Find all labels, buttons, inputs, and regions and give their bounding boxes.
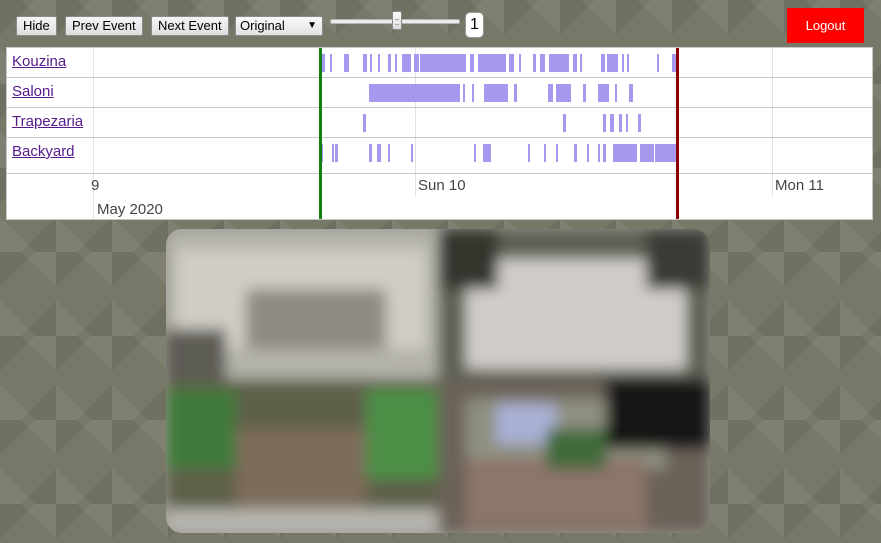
range-start-marker[interactable] [319,48,322,219]
zoom-value-badge: 1 [465,12,484,38]
logout-button[interactable]: Logout [787,8,864,43]
range-end-marker[interactable] [676,48,679,219]
event-bar[interactable] [369,144,372,162]
event-bar[interactable] [378,54,380,72]
event-bar[interactable] [583,84,586,102]
event-bar[interactable] [388,54,391,72]
event-bar[interactable] [411,144,413,162]
event-bar[interactable] [483,144,491,162]
axis-tick-label: Sun 10 [418,177,466,194]
event-bar[interactable] [603,144,606,162]
event-bar[interactable] [363,54,367,72]
event-bar[interactable] [549,54,569,72]
event-bar[interactable] [574,144,577,162]
event-bar[interactable] [540,54,545,72]
event-bar[interactable] [533,54,536,72]
quality-select[interactable]: Original ▼ [235,16,323,36]
event-bar[interactable] [463,84,465,102]
event-bar[interactable] [603,114,606,132]
camera-snapshot-image[interactable] [166,229,710,533]
event-bar[interactable] [573,54,577,72]
event-bar[interactable] [556,144,558,162]
zoom-slider-thumb[interactable] [392,11,402,30]
event-bar[interactable] [627,54,629,72]
event-bar[interactable] [484,84,508,102]
event-bar[interactable] [601,54,605,72]
event-bar[interactable] [509,54,514,72]
event-bar[interactable] [580,54,582,72]
axis-tick-label: Mon 11 [775,177,824,194]
event-bar[interactable] [607,54,618,72]
zoom-slider[interactable] [330,10,460,32]
event-bar[interactable] [388,144,390,162]
event-bar[interactable] [587,144,589,162]
event-bar[interactable] [478,54,506,72]
axis-month-label: May 2020 [97,201,163,218]
event-bar[interactable] [472,84,474,102]
event-bar[interactable] [420,54,466,72]
hide-button[interactable]: Hide [16,16,57,36]
timeline-axis: 9 Sun 10 Mon 11 May 2020 [7,174,872,219]
event-bar[interactable] [598,144,600,162]
event-bar[interactable] [335,144,338,162]
next-event-button[interactable]: Next Event [151,16,229,36]
event-bar[interactable] [563,114,566,132]
event-bar[interactable] [330,54,332,72]
event-bar[interactable] [344,54,349,72]
event-bar[interactable] [369,84,460,102]
event-bar[interactable] [514,84,517,102]
camera-grid-snapshot-icon [166,229,710,533]
event-bar[interactable] [363,114,366,132]
event-bar[interactable] [377,144,381,162]
event-bar[interactable] [638,114,641,132]
event-bar[interactable] [640,144,654,162]
event-bar[interactable] [470,54,474,72]
prev-event-button[interactable]: Prev Event [65,16,143,36]
event-bar[interactable] [548,84,553,102]
event-bar[interactable] [414,54,419,72]
event-bar[interactable] [322,54,325,72]
event-bar[interactable] [528,144,530,162]
event-bar[interactable] [332,144,334,162]
event-bar[interactable] [613,144,637,162]
event-bar[interactable] [657,54,659,72]
event-bar[interactable] [629,84,633,102]
event-bar[interactable] [474,144,476,162]
event-bar[interactable] [610,114,614,132]
event-bar[interactable] [556,84,571,102]
axis-tick-label: 9 [91,177,100,194]
event-bar[interactable] [598,84,609,102]
event-bar[interactable] [402,54,411,72]
event-bar[interactable] [544,144,546,162]
event-bar[interactable] [626,114,628,132]
chevron-down-icon: ▼ [307,20,317,31]
event-bar[interactable] [615,84,617,102]
event-timeline[interactable]: Kouzina Saloni Trapezaria Backyard 9 Sun… [6,47,873,220]
event-bar[interactable] [395,54,397,72]
quality-select-value: Original [240,18,285,33]
event-bar[interactable] [519,54,521,72]
event-bar[interactable] [619,114,622,132]
event-bar[interactable] [655,144,676,162]
event-bar[interactable] [622,54,624,72]
event-bar[interactable] [370,54,372,72]
